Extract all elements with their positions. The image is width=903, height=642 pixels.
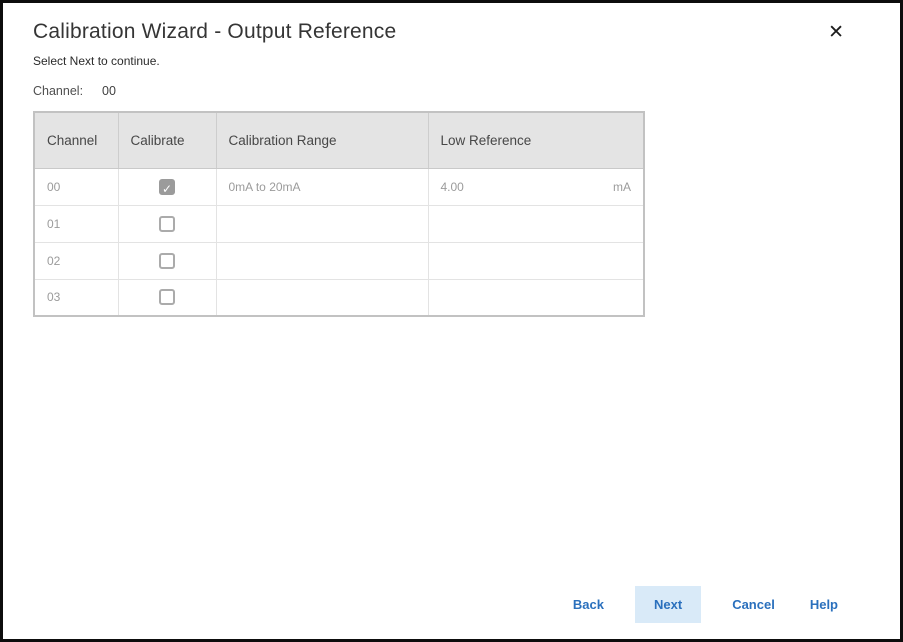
calibration-range-cell (216, 279, 428, 316)
channel-cell: 01 (34, 205, 118, 242)
close-icon[interactable]: ✕ (822, 20, 850, 45)
channel-cell: 03 (34, 279, 118, 316)
low-reference-cell[interactable] (428, 205, 644, 242)
column-header-low-reference: Low Reference (428, 112, 644, 168)
low-reference-cell[interactable] (428, 242, 644, 279)
calibration-table: Channel Calibrate Calibration Range Low … (33, 111, 645, 317)
next-button[interactable]: Next (635, 586, 701, 623)
calibration-range-cell: 0mA to 20mA (216, 168, 428, 205)
table-row: 00 0mA to 20mA 4.00 mA (34, 168, 644, 205)
instruction-text: Select Next to continue. (33, 54, 900, 68)
calibrate-cell (118, 242, 216, 279)
column-header-channel: Channel (34, 112, 118, 168)
dialog-header: Calibration Wizard - Output Reference ✕ (3, 3, 900, 45)
column-header-calibration-range: Calibration Range (216, 112, 428, 168)
table-row: 03 (34, 279, 644, 316)
calibrate-cell (118, 279, 216, 316)
dialog-title: Calibration Wizard - Output Reference (33, 20, 396, 44)
channel-label: Channel: (33, 84, 83, 98)
calibration-range-cell (216, 242, 428, 279)
table-header: Channel Calibrate Calibration Range Low … (34, 112, 644, 168)
checkbox-unchecked-icon[interactable] (159, 253, 175, 269)
checkbox-checked-icon[interactable] (159, 179, 175, 195)
table-row: 02 (34, 242, 644, 279)
calibration-range-cell (216, 205, 428, 242)
checkbox-unchecked-icon[interactable] (159, 216, 175, 232)
low-reference-cell[interactable] (428, 279, 644, 316)
calibration-wizard-dialog: Calibration Wizard - Output Reference ✕ … (0, 0, 903, 642)
channel-line: Channel: 00 (33, 84, 900, 98)
calibrate-cell (118, 168, 216, 205)
back-button[interactable]: Back (569, 587, 608, 622)
low-reference-value: 4.00 (441, 180, 464, 194)
channel-cell: 02 (34, 242, 118, 279)
help-button[interactable]: Help (806, 587, 842, 622)
calibrate-cell (118, 205, 216, 242)
channel-value: 00 (102, 84, 116, 98)
cancel-button[interactable]: Cancel (728, 587, 779, 622)
table-body: 00 0mA to 20mA 4.00 mA 010203 (34, 168, 644, 316)
channel-cell: 00 (34, 168, 118, 205)
low-reference-cell[interactable]: 4.00 mA (428, 168, 644, 205)
low-reference-unit: mA (613, 180, 631, 194)
column-header-calibrate: Calibrate (118, 112, 216, 168)
footer-button-bar: Back Next Cancel Help (569, 586, 842, 623)
checkbox-unchecked-icon[interactable] (159, 289, 175, 305)
table-row: 01 (34, 205, 644, 242)
